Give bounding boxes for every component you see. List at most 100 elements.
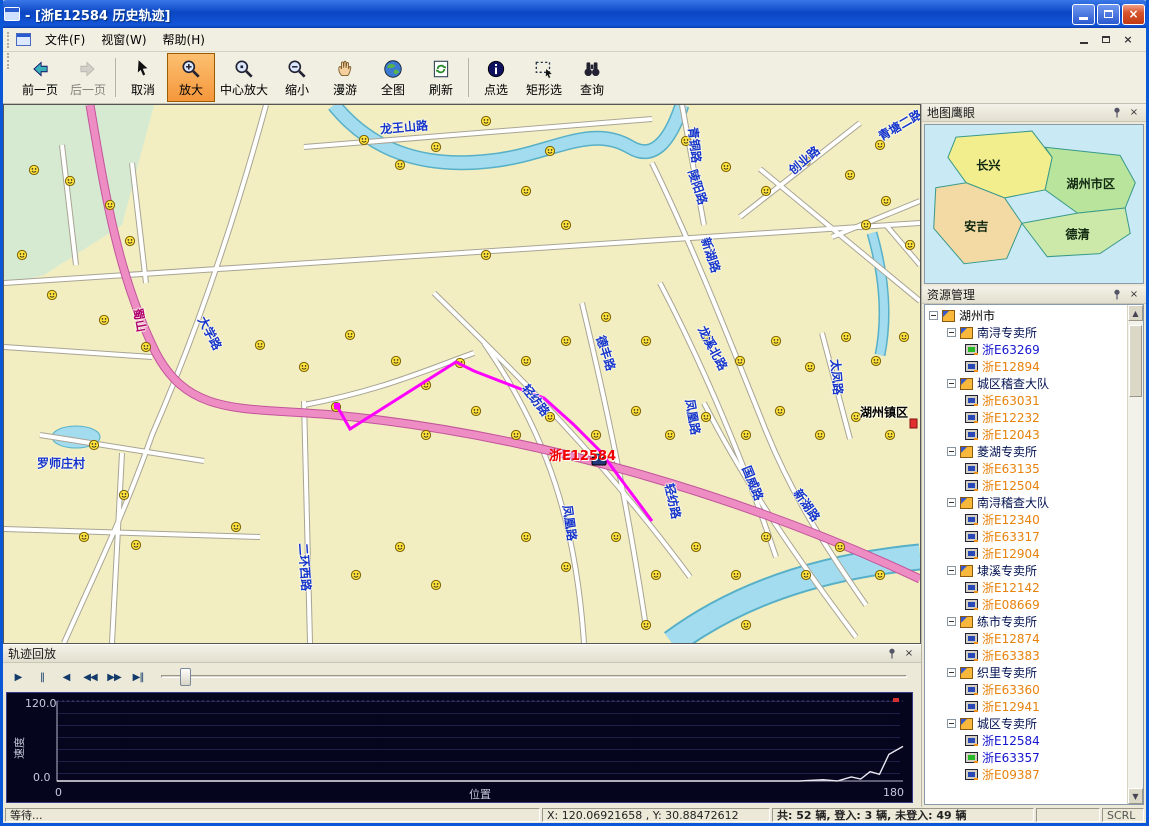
tree-group-row[interactable]: 湖州市 xyxy=(925,307,1127,324)
vehicle-marker[interactable] xyxy=(231,522,240,531)
tree-vehicle-row[interactable]: 浙E63360 xyxy=(925,681,1127,698)
minimize-button[interactable] xyxy=(1072,4,1095,25)
restore-button[interactable] xyxy=(1097,4,1120,25)
tree-vehicle-row[interactable]: 浙E12504 xyxy=(925,477,1127,494)
vehicle-marker[interactable] xyxy=(65,176,74,185)
vehicle-marker[interactable] xyxy=(391,356,400,365)
vehicle-marker[interactable] xyxy=(741,620,750,629)
tree-vehicle-row[interactable]: 浙E12894 xyxy=(925,358,1127,375)
vehicle-marker[interactable] xyxy=(681,136,690,145)
vehicle-marker[interactable] xyxy=(861,220,870,229)
scrollbar-thumb[interactable] xyxy=(1129,325,1142,397)
vehicle-marker[interactable] xyxy=(119,490,128,499)
tree-vehicle-row[interactable]: 浙E12584 xyxy=(925,732,1127,749)
zoom-out-button[interactable]: 缩小 xyxy=(273,53,321,102)
vehicle-marker[interactable] xyxy=(851,412,860,421)
pin-icon[interactable] xyxy=(1110,288,1124,301)
refresh-button[interactable]: 刷新 xyxy=(417,53,465,102)
vehicle-marker[interactable] xyxy=(611,532,620,541)
vehicle-marker[interactable] xyxy=(775,406,784,415)
tree-scrollbar[interactable]: ▲ ▼ xyxy=(1127,305,1143,804)
pin-icon[interactable] xyxy=(885,647,899,660)
vehicle-marker[interactable] xyxy=(105,200,114,209)
pause-button[interactable]: ‖ xyxy=(31,667,53,687)
tree-expander[interactable] xyxy=(947,617,956,626)
vehicle-marker[interactable] xyxy=(561,220,570,229)
cancel-button[interactable]: 取消 xyxy=(119,53,167,102)
tree-group-row[interactable]: 埭溪专卖所 xyxy=(925,562,1127,579)
vehicle-marker[interactable] xyxy=(591,430,600,439)
tree-expander[interactable] xyxy=(947,447,956,456)
vehicle-marker[interactable] xyxy=(801,570,810,579)
vehicle-marker[interactable] xyxy=(359,135,368,144)
tree-vehicle-row[interactable]: 浙E12142 xyxy=(925,579,1127,596)
vehicle-marker[interactable] xyxy=(79,532,88,541)
scrollbar-track[interactable] xyxy=(1128,321,1143,788)
vehicle-marker[interactable] xyxy=(805,362,814,371)
full-map-button[interactable]: 全图 xyxy=(369,53,417,102)
step-end-button[interactable]: ▶‖ xyxy=(127,667,149,687)
vehicle-marker[interactable] xyxy=(885,430,894,439)
rect-select-button[interactable]: 矩形选 xyxy=(520,53,568,102)
map-canvas[interactable] xyxy=(4,105,920,643)
tree-expander[interactable] xyxy=(947,498,956,507)
menu-window[interactable]: 视窗(W) xyxy=(93,28,154,51)
vehicle-marker[interactable] xyxy=(561,336,570,345)
close-icon[interactable]: × xyxy=(1127,288,1141,301)
vehicle-marker[interactable] xyxy=(545,412,554,421)
tree-vehicle-row[interactable]: 浙E12232 xyxy=(925,409,1127,426)
menu-file[interactable]: 文件(F) xyxy=(37,28,93,51)
tree-expander[interactable] xyxy=(947,379,956,388)
vehicle-marker[interactable] xyxy=(845,170,854,179)
vehicle-marker[interactable] xyxy=(701,332,710,341)
tree-group-row[interactable]: 南浔稽查大队 xyxy=(925,494,1127,511)
scroll-down-button[interactable]: ▼ xyxy=(1128,788,1143,804)
vehicle-marker[interactable] xyxy=(481,250,490,259)
vehicle-marker[interactable] xyxy=(641,336,650,345)
tree-vehicle-row[interactable]: 浙E12874 xyxy=(925,630,1127,647)
tree-group-row[interactable]: 织里专卖所 xyxy=(925,664,1127,681)
vehicle-marker[interactable] xyxy=(761,532,770,541)
vehicle-marker[interactable] xyxy=(17,250,26,259)
tree-expander[interactable] xyxy=(929,311,938,320)
vehicle-marker[interactable] xyxy=(741,430,750,439)
vehicle-marker[interactable] xyxy=(875,570,884,579)
tree-vehicle-row[interactable]: 浙E12904 xyxy=(925,545,1127,562)
tree-group-row[interactable]: 城区稽查大队 xyxy=(925,375,1127,392)
vehicle-marker[interactable] xyxy=(351,570,360,579)
menu-help[interactable]: 帮助(H) xyxy=(155,28,213,51)
vehicle-marker[interactable] xyxy=(561,562,570,571)
vehicle-marker[interactable] xyxy=(345,330,354,339)
mdi-restore-button[interactable] xyxy=(1098,33,1114,47)
vehicle-marker[interactable] xyxy=(99,315,108,324)
tree-expander[interactable] xyxy=(947,719,956,728)
map-viewport[interactable]: 龙王山路青塘二路创业路青铜路陵阳路新湖路大学路德丰路龙溪北路轻纺路凤凰路太凤路国… xyxy=(3,104,921,644)
tree-vehicle-row[interactable]: 浙E63031 xyxy=(925,392,1127,409)
vehicle-marker[interactable] xyxy=(665,430,674,439)
tree-vehicle-row[interactable]: 浙E12941 xyxy=(925,698,1127,715)
vehicle-marker[interactable] xyxy=(521,186,530,195)
vehicle-marker[interactable] xyxy=(431,142,440,151)
vehicle-marker[interactable] xyxy=(835,542,844,551)
mdi-close-button[interactable]: × xyxy=(1120,33,1136,47)
vehicle-marker[interactable] xyxy=(881,196,890,205)
point-select-button[interactable]: 点选 xyxy=(472,53,520,102)
vehicle-marker[interactable] xyxy=(899,332,908,341)
vehicle-marker[interactable] xyxy=(905,240,914,249)
vehicle-marker[interactable] xyxy=(735,356,744,365)
pin-icon[interactable] xyxy=(1110,106,1124,119)
vehicle-marker[interactable] xyxy=(131,540,140,549)
vehicle-marker[interactable] xyxy=(125,236,134,245)
vehicle-marker[interactable] xyxy=(29,165,38,174)
vehicle-marker[interactable] xyxy=(395,160,404,169)
vehicle-marker[interactable] xyxy=(395,542,404,551)
vehicle-marker[interactable] xyxy=(521,356,530,365)
vehicle-marker[interactable] xyxy=(641,620,650,629)
tree-vehicle-row[interactable]: 浙E09387 xyxy=(925,766,1127,783)
query-button[interactable]: 查询 xyxy=(568,53,616,102)
prev-page-button[interactable]: 前一页 xyxy=(16,53,64,102)
vehicle-marker[interactable] xyxy=(47,290,56,299)
vehicle-marker[interactable] xyxy=(691,542,700,551)
vehicle-marker[interactable] xyxy=(815,430,824,439)
vehicle-marker[interactable] xyxy=(511,430,520,439)
